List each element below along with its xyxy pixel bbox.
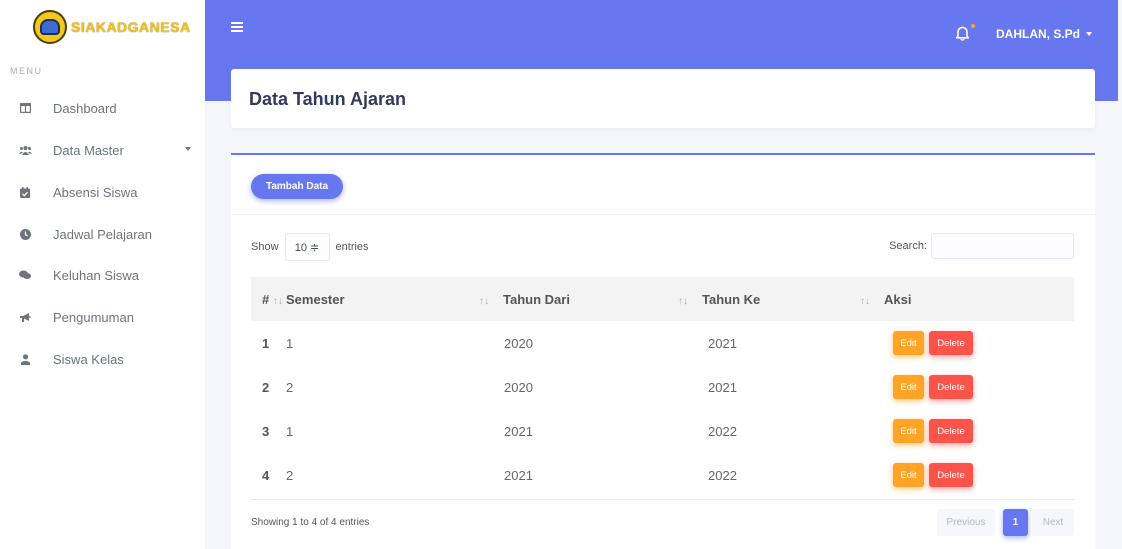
table-row: 1 1 2020 2021 Edit Delete: [251, 321, 1074, 365]
divider: [231, 214, 1095, 215]
chevron-down-icon: [185, 147, 191, 151]
cell-semester: 2: [286, 467, 294, 483]
cell-semester: 1: [286, 423, 294, 439]
sort-icon: ↑↓: [272, 295, 283, 307]
delete-button[interactable]: Delete: [929, 463, 973, 487]
table-info: Showing 1 to 4 of 4 entries: [251, 517, 370, 528]
page-title: Data Tahun Ajaran: [249, 89, 407, 109]
scrollbar[interactable]: [1118, 0, 1122, 549]
bars-icon[interactable]: [231, 22, 243, 32]
sidebar-item-pengumuman[interactable]: Pengumuman: [0, 302, 205, 332]
search-control: Search:: [889, 233, 1074, 259]
cell-no: 4: [262, 467, 270, 483]
comments-icon: [18, 268, 32, 282]
sidebar-item-dashboard[interactable]: Dashboard: [0, 93, 205, 123]
column-header-no[interactable]: # ↑↓: [251, 277, 286, 321]
sort-icon: ↑↓: [678, 295, 688, 307]
cell-tahun-dari: 2021: [504, 467, 533, 483]
entries-select[interactable]: 10 ≑: [284, 233, 330, 261]
sidebar-item-absensi-siswa[interactable]: Absensi Siswa: [0, 177, 205, 207]
users-icon: [18, 143, 32, 157]
cell-tahun-dari: 2021: [504, 423, 533, 439]
user-menu[interactable]: DAHLAN, S.Pd: [996, 27, 1092, 41]
user-icon: [18, 352, 32, 366]
edit-button[interactable]: Edit: [893, 463, 924, 487]
brand-name: SIAKADGANESA: [71, 19, 191, 35]
length-control: Show 10 ≑ entries: [251, 233, 369, 261]
calendar-check-icon: [18, 185, 32, 199]
bullhorn-icon: [18, 310, 32, 324]
sidebar-item-label: Pengumuman: [53, 309, 134, 325]
cell-aksi: Edit Delete: [860, 453, 1074, 497]
add-data-button[interactable]: Tambah Data: [251, 174, 343, 199]
logo-icon: [33, 10, 67, 44]
data-table: # ↑↓ Semester ↑↓ Tahun Dari ↑↓ Tahun Ke ↑↓…: [251, 277, 1074, 497]
sidebar-item-jadwal-pelajaran[interactable]: Jadwal Pelajaran: [0, 219, 205, 249]
bell-icon[interactable]: [955, 26, 970, 42]
cell-tahun-ke: 2022: [708, 423, 737, 439]
sidebar-item-label: Dashboard: [53, 100, 117, 116]
data-card: Tambah Data Show 10 ≑ entries Search: # …: [231, 153, 1095, 549]
cell-tahun-dari: 2020: [504, 379, 533, 395]
sort-icon: ↑↓: [479, 295, 489, 307]
cell-no: 3: [262, 423, 270, 439]
edit-button[interactable]: Edit: [893, 375, 924, 399]
cell-aksi: Edit Delete: [860, 365, 1074, 409]
edit-button[interactable]: Edit: [893, 419, 924, 443]
search-input[interactable]: [931, 233, 1074, 259]
sort-icon: ↑↓: [860, 295, 870, 307]
column-header-aksi[interactable]: ↑↓ Aksi: [860, 277, 1074, 321]
pagination: Previous 1 Next: [937, 509, 1074, 536]
brand[interactable]: SIAKADGANESA: [33, 10, 191, 44]
clock-icon: [18, 227, 32, 241]
delete-button[interactable]: Delete: [929, 419, 973, 443]
notification-dot: [971, 24, 975, 28]
column-header-semester[interactable]: Semester: [286, 277, 479, 321]
sidebar: SIAKADGANESA MENU Dashboard Data Master …: [0, 0, 205, 549]
search-label: Search:: [889, 240, 927, 252]
cell-no: 2: [262, 379, 270, 395]
cell-tahun-dari: 2020: [504, 335, 533, 351]
table-row: 2 2 2020 2021 Edit Delete: [251, 365, 1074, 409]
delete-button[interactable]: Delete: [929, 375, 973, 399]
column-header-tahun-ke[interactable]: ↑↓ Tahun Ke: [678, 277, 860, 321]
page-1-button[interactable]: 1: [1003, 509, 1028, 536]
cell-semester: 2: [286, 379, 294, 395]
delete-button[interactable]: Delete: [929, 331, 973, 355]
column-header-tahun-dari[interactable]: ↑↓ Tahun Dari: [479, 277, 678, 321]
table-row: 3 1 2021 2022 Edit Delete: [251, 409, 1074, 453]
sidebar-item-keluhan-siswa[interactable]: Keluhan Siswa: [0, 260, 205, 290]
edit-button[interactable]: Edit: [893, 331, 924, 355]
section-header: Data Tahun Ajaran: [231, 69, 1095, 128]
sidebar-item-siswa-kelas[interactable]: Siswa Kelas: [0, 344, 205, 374]
sidebar-item-label: Siswa Kelas: [53, 351, 124, 367]
table-row: 4 2 2021 2022 Edit Delete: [251, 453, 1074, 497]
sidebar-item-label: Jadwal Pelajaran: [53, 226, 153, 242]
sidebar-item-data-master[interactable]: Data Master: [0, 135, 205, 165]
cell-semester: 1: [286, 335, 294, 351]
table-bottom-border: [251, 499, 1074, 500]
caret-down-icon: [1086, 32, 1092, 36]
cell-tahun-ke: 2021: [708, 379, 737, 395]
cell-tahun-ke: 2021: [708, 335, 737, 351]
cell-aksi: Edit Delete: [860, 409, 1074, 453]
table-header-row: # ↑↓ Semester ↑↓ Tahun Dari ↑↓ Tahun Ke ↑↓…: [251, 277, 1074, 321]
sidebar-item-label: Absensi Siswa: [53, 184, 138, 200]
next-button[interactable]: Next: [1032, 509, 1074, 536]
cell-no: 1: [262, 335, 270, 351]
menu-header: MENU: [10, 66, 43, 76]
show-label: Show: [251, 241, 279, 253]
entries-label: entries: [335, 241, 369, 253]
table-columns-icon: [18, 101, 32, 115]
cell-tahun-ke: 2022: [708, 467, 737, 483]
previous-button[interactable]: Previous: [937, 509, 995, 536]
cell-aksi: Edit Delete: [860, 321, 1074, 365]
user-name: DAHLAN, S.Pd: [996, 27, 1080, 41]
sidebar-item-label: Data Master: [53, 142, 124, 158]
sidebar-item-label: Keluhan Siswa: [53, 267, 139, 283]
